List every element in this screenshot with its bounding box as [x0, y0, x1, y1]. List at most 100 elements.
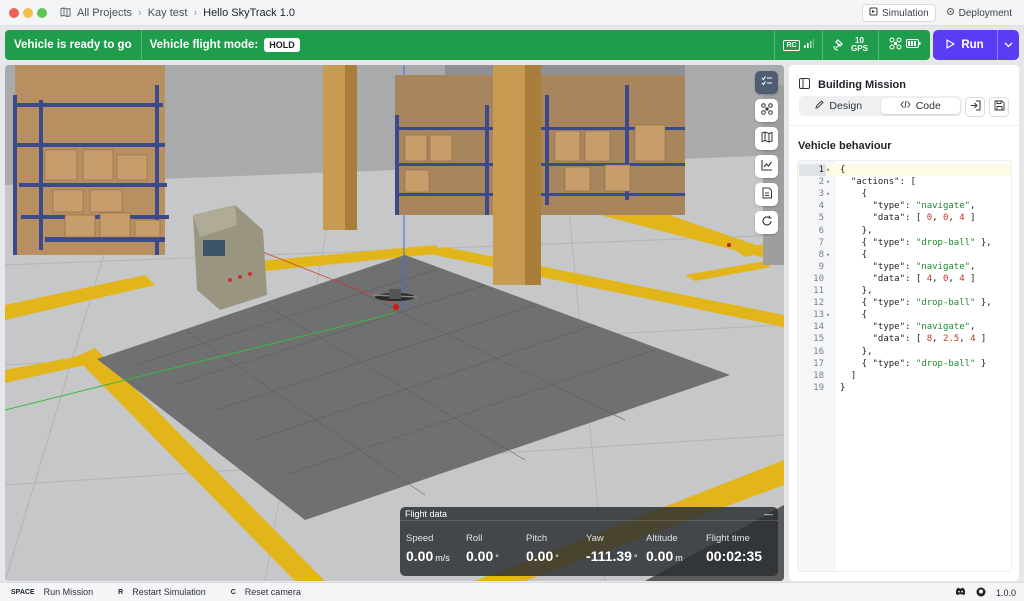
code-line[interactable]: 4 "type": "navigate",	[798, 200, 1011, 212]
code-line[interactable]: 7 { "type": "drop-ball" },	[798, 237, 1011, 249]
code-line[interactable]: 17 { "type": "drop-ball" }	[798, 358, 1011, 370]
fold-toggle-icon[interactable]: ▾	[826, 164, 830, 176]
line-number: 7	[818, 237, 824, 248]
gps-status[interactable]: 10 GPS	[822, 30, 878, 60]
code-text: },	[840, 225, 873, 236]
save-button[interactable]	[989, 97, 1009, 117]
tab-design[interactable]: Design	[799, 96, 879, 116]
code-line[interactable]: 8 ▾ {	[798, 249, 1011, 261]
shortcut-key-space: SPACE	[11, 588, 35, 596]
flight-mode-badge[interactable]: HOLD	[264, 38, 300, 52]
rc-icon: RC	[783, 39, 800, 51]
zoom-window-button[interactable]	[37, 8, 47, 18]
code-line[interactable]: 1 ▾ {	[798, 164, 1011, 176]
rc-status[interactable]: RC	[774, 30, 822, 60]
battery-status[interactable]	[878, 30, 930, 60]
code-line[interactable]: 14 "type": "navigate",	[798, 321, 1011, 333]
metric-label: Yaw	[586, 533, 604, 544]
code-line[interactable]: 3 ▾ {	[798, 188, 1011, 200]
code-text: {	[840, 189, 868, 200]
simulation-viewport[interactable]: Flight data — Speed 0.00 m/s Roll 0.00 ° Pitch…	[5, 65, 784, 581]
line-number: 14	[813, 322, 824, 333]
code-line[interactable]: 6 },	[798, 225, 1011, 237]
flight-metric-flight-time: Flight time 00:02:35	[706, 521, 766, 564]
code-line[interactable]: 11 },	[798, 285, 1011, 297]
metric-unit: °	[633, 553, 638, 563]
github-icon[interactable]	[976, 587, 986, 599]
flight-mode: Vehicle flight mode: HOLD	[142, 38, 308, 52]
minimize-window-button[interactable]	[23, 8, 33, 18]
fold-toggle-icon[interactable]: ▾	[826, 249, 830, 261]
line-number: 15	[813, 334, 824, 345]
breadcrumb-all-projects[interactable]: All Projects	[77, 7, 132, 19]
view-mode-tabs: Design Code	[799, 96, 962, 116]
code-line[interactable]: 5 "data": [ 0, 0, 4 ]	[798, 212, 1011, 224]
close-window-button[interactable]	[9, 8, 19, 18]
line-number: 1	[799, 164, 826, 176]
metric-unit: °	[495, 553, 499, 563]
panel-title: Building Mission	[818, 79, 906, 91]
run-button[interactable]: Run	[933, 30, 997, 60]
code-line[interactable]: 2 ▾ "actions": [	[798, 176, 1011, 188]
flight-mode-label: Vehicle flight mode:	[149, 39, 259, 51]
code-line[interactable]: 15 "data": [ 8, 2.5, 4 ]	[798, 333, 1011, 345]
line-number: 3	[818, 189, 824, 200]
drone-tool-button[interactable]	[755, 99, 778, 122]
sidebar-toggle-icon[interactable]	[799, 78, 810, 92]
import-button[interactable]	[965, 97, 985, 117]
tab-deployment[interactable]: Deployment	[940, 4, 1018, 22]
tab-design-label: Design	[829, 100, 863, 112]
play-icon	[946, 38, 955, 52]
tab-code[interactable]: Code	[880, 98, 960, 114]
code-text: {	[840, 310, 868, 321]
line-number: 19	[813, 382, 824, 393]
flight-data-title: Flight data	[405, 509, 448, 519]
line-number: 18	[813, 370, 824, 381]
code-text: ]	[840, 370, 857, 381]
fold-toggle-icon[interactable]: ▾	[826, 176, 830, 188]
metric-value: -111.39 °	[586, 548, 638, 564]
document-tool-button[interactable]	[755, 183, 778, 206]
breadcrumb-project[interactable]: Kay test	[148, 7, 188, 19]
checklist-tool-button[interactable]	[755, 71, 778, 94]
code-line[interactable]: 12 { "type": "drop-ball" },	[798, 297, 1011, 309]
line-number: 11	[813, 286, 824, 296]
code-line[interactable]: 13 ▾ {	[798, 309, 1011, 321]
projects-icon	[60, 7, 71, 20]
drone-icon	[889, 37, 902, 53]
refresh-tool-button[interactable]	[755, 211, 778, 234]
title-bar: All Projects › Kay test › Hello SkyTrack…	[0, 0, 1024, 26]
metric-value: 0.00 °	[466, 548, 499, 564]
map-icon	[761, 131, 773, 146]
metric-label: Speed	[406, 533, 434, 544]
tab-simulation[interactable]: Simulation	[861, 4, 936, 22]
line-number: 12	[813, 298, 824, 309]
metric-label: Roll	[466, 533, 483, 544]
line-number: 13	[813, 310, 824, 321]
section-label: Vehicle behaviour	[798, 140, 892, 152]
discord-icon[interactable]	[955, 587, 966, 598]
line-number: 2	[818, 177, 824, 188]
code-line[interactable]: 9 "type": "navigate",	[798, 261, 1011, 273]
line-number: 17	[813, 358, 824, 369]
run-options-button[interactable]	[997, 30, 1019, 60]
fold-toggle-icon[interactable]: ▾	[826, 188, 830, 200]
chart-tool-button[interactable]	[755, 155, 778, 178]
code-text: "data": [ 4, 0, 4 ]	[840, 273, 976, 284]
code-line[interactable]: 18 ]	[798, 370, 1011, 382]
code-editor[interactable]: 1 ▾{2 ▾ "actions": [3 ▾ {4 "type": "navigat…	[797, 160, 1012, 572]
refresh-icon	[761, 215, 773, 230]
line-number: 8	[818, 249, 824, 260]
code-text: }	[840, 382, 846, 393]
code-line[interactable]: 19}	[798, 382, 1011, 394]
simulation-icon	[869, 7, 878, 19]
run-button-group: Run	[933, 30, 1019, 60]
fold-toggle-icon[interactable]: ▾	[826, 309, 830, 321]
line-number: 4	[818, 201, 824, 212]
code-line[interactable]: 16 },	[798, 346, 1011, 358]
metric-label: Pitch	[526, 533, 548, 544]
code-line[interactable]: 10 "data": [ 4, 0, 4 ]	[798, 273, 1011, 285]
map-tool-button[interactable]	[755, 127, 778, 150]
collapse-icon[interactable]: —	[764, 509, 773, 519]
tab-deployment-label: Deployment	[958, 7, 1012, 19]
